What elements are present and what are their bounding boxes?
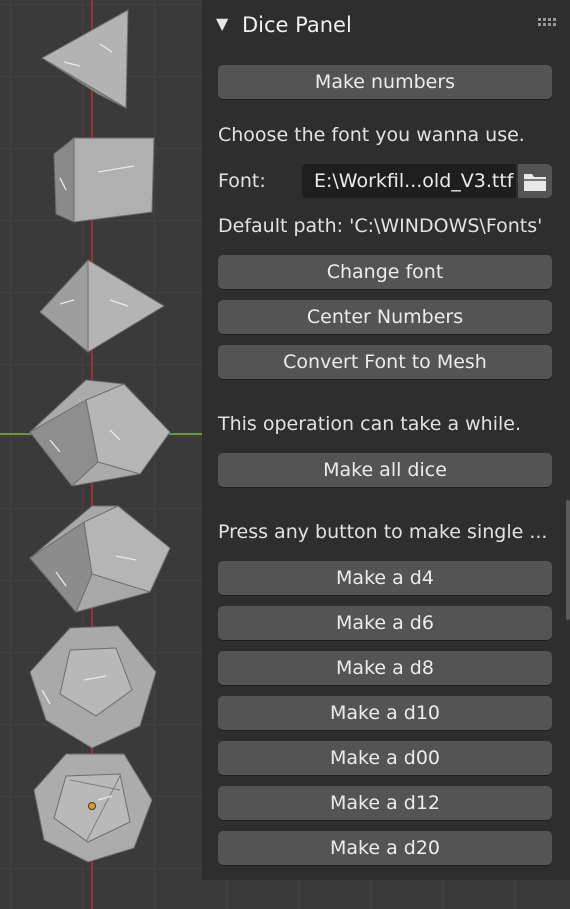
operation-note-text: This operation can take a while. bbox=[218, 413, 521, 435]
make-d00-button[interactable]: Make a d00 bbox=[218, 741, 552, 775]
default-path-text: Default path: 'C:\WINDOWS\Fonts' bbox=[218, 215, 543, 237]
triangle-down-icon[interactable]: ▼ bbox=[216, 14, 228, 33]
make-numbers-button[interactable]: Make numbers bbox=[218, 65, 552, 99]
panel-title: Dice Panel bbox=[242, 13, 352, 37]
d6-die[interactable] bbox=[53, 136, 155, 223]
make-d4-button[interactable]: Make a d4 bbox=[218, 561, 552, 595]
panel-header[interactable]: ▼ Dice Panel bbox=[202, 0, 570, 50]
grip-icon[interactable] bbox=[538, 18, 556, 28]
make-all-dice-button[interactable]: Make all dice bbox=[218, 453, 552, 487]
make-d12-button[interactable]: Make a d12 bbox=[218, 786, 552, 820]
change-font-button[interactable]: Change font bbox=[218, 255, 552, 289]
single-hint-text: Press any button to make single ... bbox=[218, 521, 548, 543]
center-numbers-button[interactable]: Center Numbers bbox=[218, 300, 552, 334]
panel-scrollbar[interactable] bbox=[566, 500, 570, 620]
make-d10-button[interactable]: Make a d10 bbox=[218, 696, 552, 730]
font-label: Font: bbox=[218, 170, 266, 192]
convert-font-to-mesh-button[interactable]: Convert Font to Mesh bbox=[218, 345, 552, 379]
folder-icon bbox=[524, 174, 546, 191]
make-d20-button[interactable]: Make a d20 bbox=[218, 831, 552, 865]
origin-dot bbox=[88, 802, 96, 810]
make-d8-button[interactable]: Make a d8 bbox=[218, 651, 552, 685]
dice-panel: ▼ Dice Panel Make numbers Choose the fon… bbox=[202, 0, 570, 880]
font-path-field[interactable]: E:\Workfil...old_V3.ttf bbox=[302, 164, 516, 198]
folder-browse-button[interactable] bbox=[518, 164, 552, 198]
make-d6-button[interactable]: Make a d6 bbox=[218, 606, 552, 640]
font-hint-text: Choose the font you wanna use. bbox=[218, 124, 525, 146]
